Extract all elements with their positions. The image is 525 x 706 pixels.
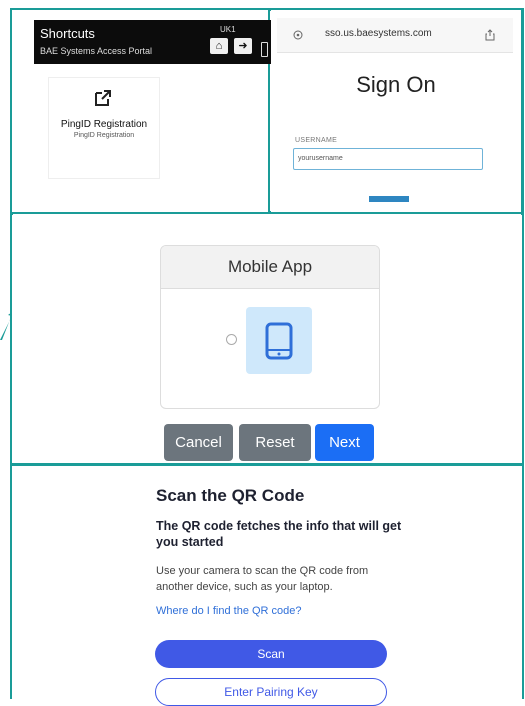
cancel-button[interactable]: Cancel [164, 424, 233, 461]
url-text: sso.us.baesystems.com [325, 28, 432, 39]
browser-address-bar[interactable]: sso.us.baesystems.com [277, 18, 513, 53]
card-header: Mobile App [161, 246, 379, 289]
tile-sub: PingID Registration [73, 132, 135, 139]
scan-button[interactable]: Scan [155, 640, 387, 668]
shortcuts-title: Shortcuts [40, 26, 95, 41]
share-icon[interactable] [485, 29, 495, 41]
external-link-icon [95, 90, 111, 106]
username-input[interactable]: yourusername [293, 148, 483, 170]
next-button[interactable]: Next [315, 424, 374, 461]
qr-description: Use your camera to scan the QR code from… [156, 565, 369, 593]
qr-subtitle: The QR code fetches the info that will g… [156, 519, 402, 549]
mobile-app-card: Mobile App [160, 245, 380, 409]
device-icon [261, 42, 268, 57]
shortcuts-panel: Shortcuts BAE Systems Access Portal UK1 … [12, 10, 276, 212]
pingid-registration-tile[interactable]: PingID Registration PingID Registration [48, 77, 160, 179]
site-settings-icon[interactable] [293, 30, 303, 40]
mobile-app-radio[interactable] [226, 334, 237, 345]
username-label: USERNAME [295, 137, 338, 144]
home-icon[interactable]: ⌂ [210, 38, 228, 54]
portal-header-bar: Shortcuts BAE Systems Access Portal UK1 … [34, 20, 276, 64]
enter-pairing-key-button[interactable]: Enter Pairing Key [155, 678, 387, 706]
region-label: UK1 [220, 25, 236, 34]
mobile-app-panel: Mobile App Cancel Reset Next [12, 215, 522, 463]
logout-icon[interactable]: ➜ [234, 38, 252, 54]
scan-qr-panel: Scan the QR Code The QR code fetches the… [12, 466, 522, 706]
reset-button[interactable]: Reset [239, 424, 311, 461]
mobile-phone-icon [265, 322, 293, 360]
page-title: Sign On [356, 72, 436, 97]
qr-title: Scan the QR Code [156, 486, 305, 505]
find-qr-link[interactable]: Where do I find the QR code? [156, 605, 302, 617]
signon-button[interactable] [369, 196, 409, 202]
tile-name: PingID Registration [60, 119, 148, 130]
mobile-app-option[interactable] [246, 307, 312, 374]
signon-panel: sso.us.baesystems.com Sign On USERNAME y… [271, 10, 521, 212]
portal-subtitle: BAE Systems Access Portal [40, 46, 153, 56]
